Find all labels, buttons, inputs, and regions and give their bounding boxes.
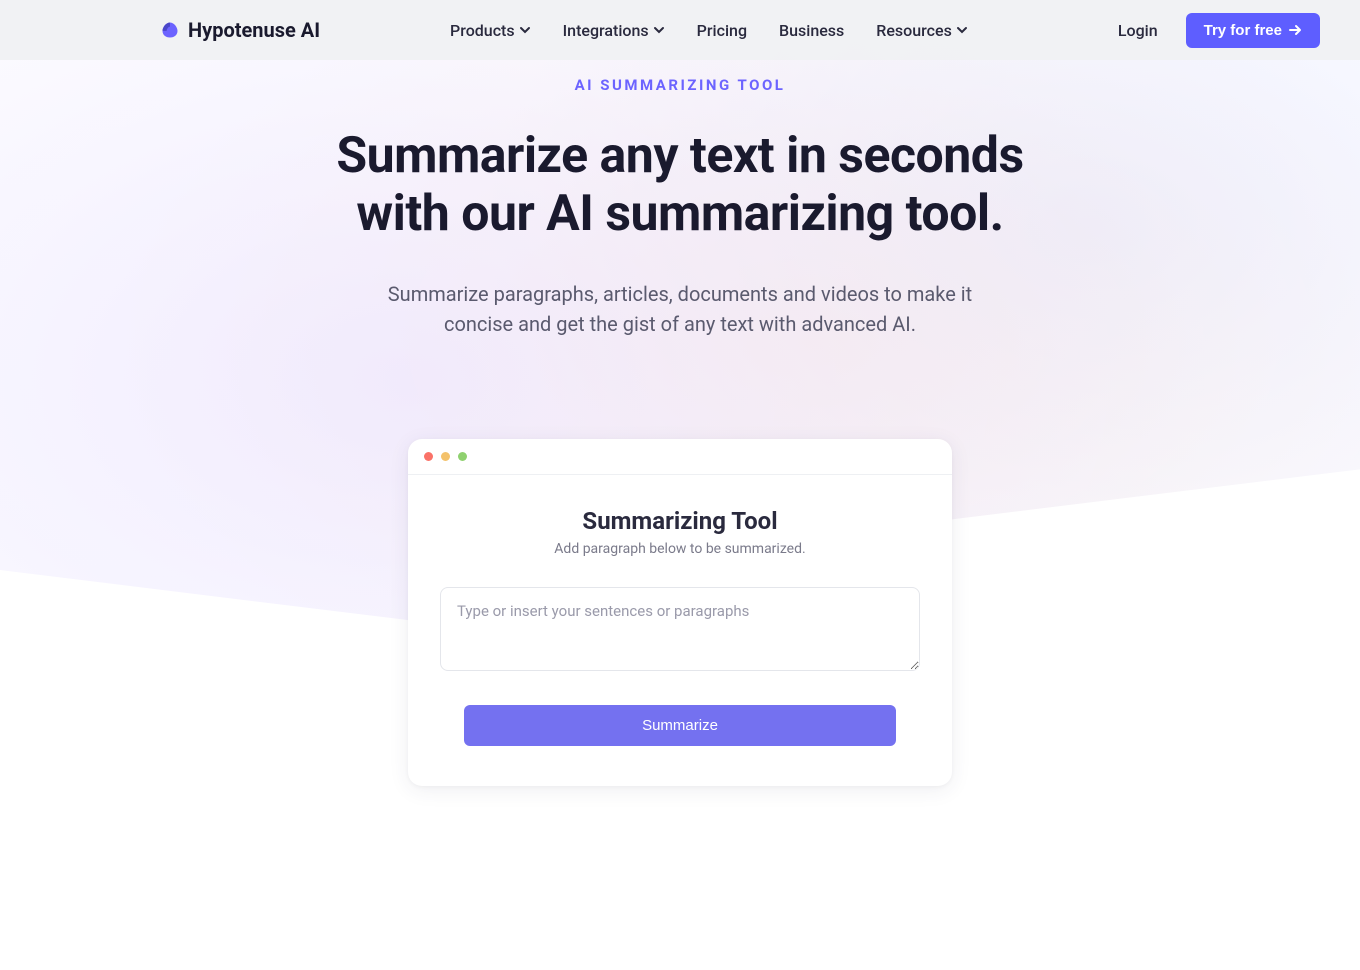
headline-line1: Summarize any text in seconds	[336, 127, 1023, 185]
hero-eyebrow: AI SUMMARIZING TOOL	[0, 76, 1360, 94]
nav-links: Products Integrations Pricing Business R…	[450, 21, 968, 40]
headline-line2: with our AI summarizing tool.	[356, 185, 1003, 243]
nav-label: Pricing	[697, 21, 747, 40]
nav-label: Business	[779, 21, 844, 40]
tool-body: Summarizing Tool Add paragraph below to …	[408, 475, 952, 786]
try-for-free-button[interactable]: Try for free	[1186, 13, 1320, 48]
nav-item-business[interactable]: Business	[779, 21, 844, 40]
hero-headline: Summarize any text in seconds with our A…	[0, 128, 1360, 243]
nav-right: Login Try for free	[1118, 13, 1320, 48]
chevron-down-icon	[653, 24, 665, 36]
summarize-input[interactable]	[440, 587, 920, 671]
nav-item-resources[interactable]: Resources	[876, 21, 968, 40]
tool-subtitle: Add paragraph below to be summarized.	[440, 541, 920, 557]
hero-section: AI SUMMARIZING TOOL Summarize any text i…	[0, 60, 1360, 339]
hero-subheadline: Summarize paragraphs, articles, document…	[0, 279, 1360, 339]
arrow-right-icon	[1288, 23, 1302, 37]
summarize-button[interactable]: Summarize	[464, 705, 896, 746]
sub-line1: Summarize paragraphs, articles, document…	[388, 282, 972, 306]
tool-title: Summarizing Tool	[440, 507, 920, 535]
cta-label: Try for free	[1204, 22, 1282, 39]
sub-line2: concise and get the gist of any text wit…	[444, 312, 916, 336]
window-titlebar	[408, 439, 952, 475]
navbar: Hypotenuse AI Products Integrations Pric…	[0, 0, 1360, 60]
nav-label: Products	[450, 21, 515, 40]
nav-item-pricing[interactable]: Pricing	[697, 21, 747, 40]
window-dot-red	[424, 452, 433, 461]
window-dot-yellow	[441, 452, 450, 461]
chevron-down-icon	[519, 24, 531, 36]
nav-label: Integrations	[563, 21, 649, 40]
nav-item-products[interactable]: Products	[450, 21, 531, 40]
login-link[interactable]: Login	[1118, 21, 1158, 40]
nav-label: Resources	[876, 21, 952, 40]
brand-logo[interactable]: Hypotenuse AI	[160, 18, 320, 42]
brand-name: Hypotenuse AI	[188, 18, 320, 42]
brand-logo-icon	[160, 20, 180, 40]
nav-item-integrations[interactable]: Integrations	[563, 21, 665, 40]
chevron-down-icon	[956, 24, 968, 36]
summarizing-tool-card: Summarizing Tool Add paragraph below to …	[408, 439, 952, 786]
window-dot-green	[458, 452, 467, 461]
